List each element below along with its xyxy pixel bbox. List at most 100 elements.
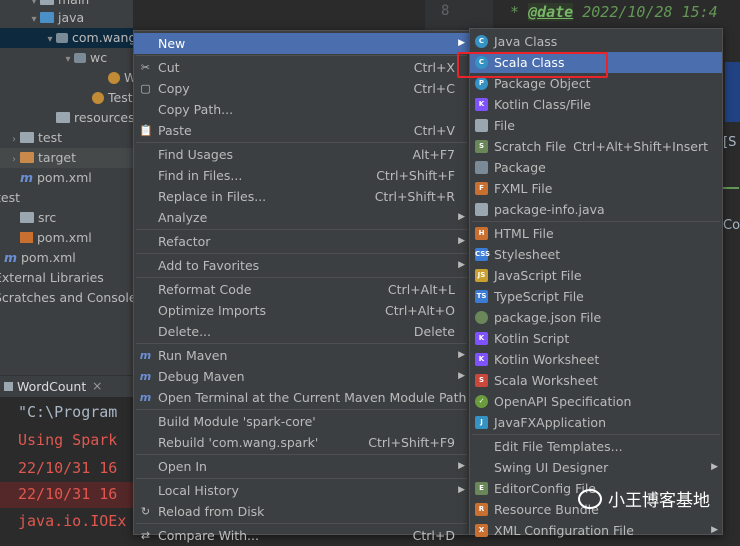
xml-icon [20,232,33,243]
menu-item-find-in-files[interactable]: Find in Files... Ctrl+Shift+F [134,165,469,186]
menu-item-label: Stylesheet [494,247,561,262]
menu-item-kotlin-script[interactable]: K Kotlin Script [470,328,722,349]
file-type-icon [475,311,488,324]
menu-item-paste[interactable]: 📋 Paste Ctrl+V [134,120,469,141]
console-line: java.io.IOEx [18,512,127,530]
menu-item-openapi-specification[interactable]: ✓ OpenAPI Specification [470,391,722,412]
menu-item-open-in[interactable]: Open In ▶ [134,456,469,477]
tree-item-label: Test [108,90,133,105]
menu-item-javafxapplication[interactable]: J JavaFXApplication [470,412,722,433]
console-line: 22/10/31 16 [18,485,118,503]
file-type-icon: K [475,353,488,366]
menu-item-add-to-favorites[interactable]: Add to Favorites ▶ [134,255,469,276]
tree-item-label: wc [90,50,108,65]
menu-item-build-module-spark-core[interactable]: Build Module 'spark-core' [134,411,469,432]
menu-item-javascript-file[interactable]: JS JavaScript File [470,265,722,286]
chevron-icon[interactable]: ▾ [44,30,56,50]
tree-item[interactable]: Scratches and Consoles [0,288,133,308]
menu-item-delete[interactable]: Delete... Delete [134,321,469,342]
run-console[interactable]: "C:\Program Using Spark 22/10/31 16 22/10/3… [0,397,133,535]
close-icon[interactable]: × [92,378,102,393]
file-type-icon: H [475,227,488,240]
menu-item-copy-path[interactable]: Copy Path... [134,99,469,120]
editor-fragment-2: Co [723,218,740,233]
menu-item-run-maven[interactable]: m Run Maven ▶ [134,345,469,366]
run-tab-label[interactable]: WordCount [17,379,86,394]
chevron-icon[interactable]: ▾ [62,50,74,70]
menu-item-file[interactable]: File [470,115,722,136]
tree-item[interactable]: Test [0,88,133,108]
menu-item-fxml-file[interactable]: F FXML File [470,178,722,199]
menu-item-reformat-code[interactable]: Reformat Code Ctrl+Alt+L [134,279,469,300]
tree-item[interactable]: ▾ wc [0,48,133,68]
chevron-icon[interactable]: › [8,150,20,170]
menu-item-package[interactable]: Package [470,157,722,178]
tree-item[interactable]: WordCount [0,68,133,88]
menu-item-rebuild-com-wang-spark[interactable]: Rebuild 'com.wang.spark' Ctrl+Shift+F9 [134,432,469,453]
tree-item[interactable]: › target [0,148,133,168]
menu-item-optimize-imports[interactable]: Optimize Imports Ctrl+Alt+O [134,300,469,321]
menu-item-find-usages[interactable]: Find Usages Alt+F7 [134,144,469,165]
submenu-arrow-icon: ▶ [458,461,465,471]
menu-item-new[interactable]: New ▶ [134,33,469,54]
menu-item-open-terminal-at-the-current-maven-module-path[interactable]: m Open Terminal at the Current Maven Modu… [134,387,469,408]
submenu-arrow-icon: ▶ [711,525,718,535]
menu-item-stylesheet[interactable]: CSS Stylesheet [470,244,722,265]
menu-item-scala-worksheet[interactable]: S Scala Worksheet [470,370,722,391]
tree-item[interactable]: ▾ java [0,8,133,28]
tree-item-label: com.wang.spark [72,30,133,45]
tree-item[interactable]: m pom.xml [0,248,125,268]
context-menu: New ▶ ✂ Cut Ctrl+X ▢ Copy Ctrl+C Copy Path... 📋 Pa… [133,30,470,543]
tree-item-label: resources [74,110,133,125]
chevron-icon[interactable]: ▾ [28,10,40,30]
tree-item[interactable]: ▾ com.wang.spark [0,28,133,48]
menu-item-xml-configuration-file[interactable]: X XML Configuration File ▶ [470,520,722,541]
menu-item-refactor[interactable]: Refactor ▶ [134,231,469,252]
menu-item-compare-with[interactable]: ⇄ Compare With... Ctrl+D [134,525,469,546]
menu-item-shortcut: Alt+F7 [412,147,455,162]
menu-item-analyze[interactable]: Analyze ▶ [134,207,469,228]
menu-item-cut[interactable]: ✂ Cut Ctrl+X [134,57,469,78]
menu-item-edit-file-templates[interactable]: Edit File Templates... [470,436,722,457]
file-type-icon: X [475,524,488,537]
watermark: 小王博客基地 [578,486,738,516]
menu-item-label: OpenAPI Specification [494,394,632,409]
tree-item[interactable]: ›test [0,188,117,208]
menu-item-label: Add to Favorites [158,258,260,273]
tree-item[interactable]: m pom.xml [0,168,133,188]
tree-item[interactable]: resources [0,108,133,128]
menu-item-debug-maven[interactable]: m Debug Maven ▶ [134,366,469,387]
maven-icon: m [139,370,152,383]
folder-icon [56,112,70,123]
tree-item[interactable]: pom.xml [0,228,133,248]
menu-item-label: Open In [158,459,207,474]
menu-item-package-info-java[interactable]: package-info.java [470,199,722,220]
menu-item-copy[interactable]: ▢ Copy Ctrl+C [134,78,469,99]
tree-item-label: target [38,150,77,165]
tree-item[interactable]: ›test [0,128,133,148]
tree-item[interactable]: src [0,208,133,228]
tree-item[interactable]: External Libraries [0,268,115,288]
menu-icon: ↻ [140,505,151,518]
menu-item-swing-ui-designer[interactable]: Swing UI Designer ▶ [470,457,722,478]
doc-comment-line: * @date 2022/10/28 15:4 [510,3,718,21]
menu-item-scratch-file[interactable]: S Scratch File Ctrl+Alt+Shift+Insert [470,136,722,157]
menu-icon: ✂ [140,61,151,74]
file-type-icon: ✓ [475,395,488,408]
menu-item-reload-from-disk[interactable]: ↻ Reload from Disk [134,501,469,522]
file-type-icon: K [475,332,488,345]
menu-item-html-file[interactable]: H HTML File [470,223,722,244]
menu-item-label: Package [494,160,546,175]
menu-separator [136,229,467,230]
new-submenu: C Java Class C Scala Class P Package Object K K… [469,28,723,538]
menu-item-kotlin-class-file[interactable]: K Kotlin Class/File [470,94,722,115]
menu-item-replace-in-files[interactable]: Replace in Files... Ctrl+Shift+R [134,186,469,207]
tree-item-label: main [58,0,89,7]
menu-separator [136,343,467,344]
menu-item-kotlin-worksheet[interactable]: K Kotlin Worksheet [470,349,722,370]
chevron-icon[interactable]: › [8,130,20,150]
menu-item-typescript-file[interactable]: TS TypeScript File [470,286,722,307]
menu-item-package-json-file[interactable]: package.json File [470,307,722,328]
menu-item-local-history[interactable]: Local History ▶ [134,480,469,501]
menu-item-java-class[interactable]: C Java Class [470,31,722,52]
